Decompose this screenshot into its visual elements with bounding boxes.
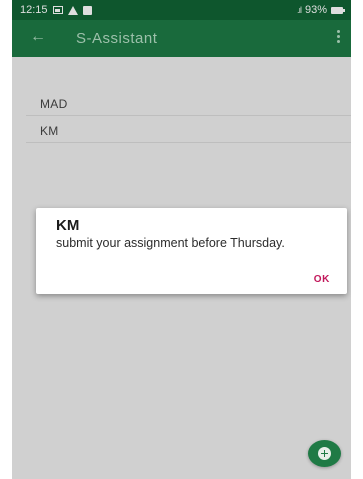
ok-button[interactable]: OK bbox=[314, 274, 330, 285]
phone-screen: 12:15 .ıl 93% ← S-Assistant MAD KM KM su… bbox=[12, 0, 351, 479]
dialog-title: KM bbox=[56, 217, 80, 234]
add-circle-icon bbox=[318, 447, 331, 460]
dialog-message: submit your assignment before Thursday. bbox=[56, 236, 285, 250]
alert-dialog: KM submit your assignment before Thursda… bbox=[36, 208, 347, 294]
add-button[interactable] bbox=[308, 440, 341, 467]
